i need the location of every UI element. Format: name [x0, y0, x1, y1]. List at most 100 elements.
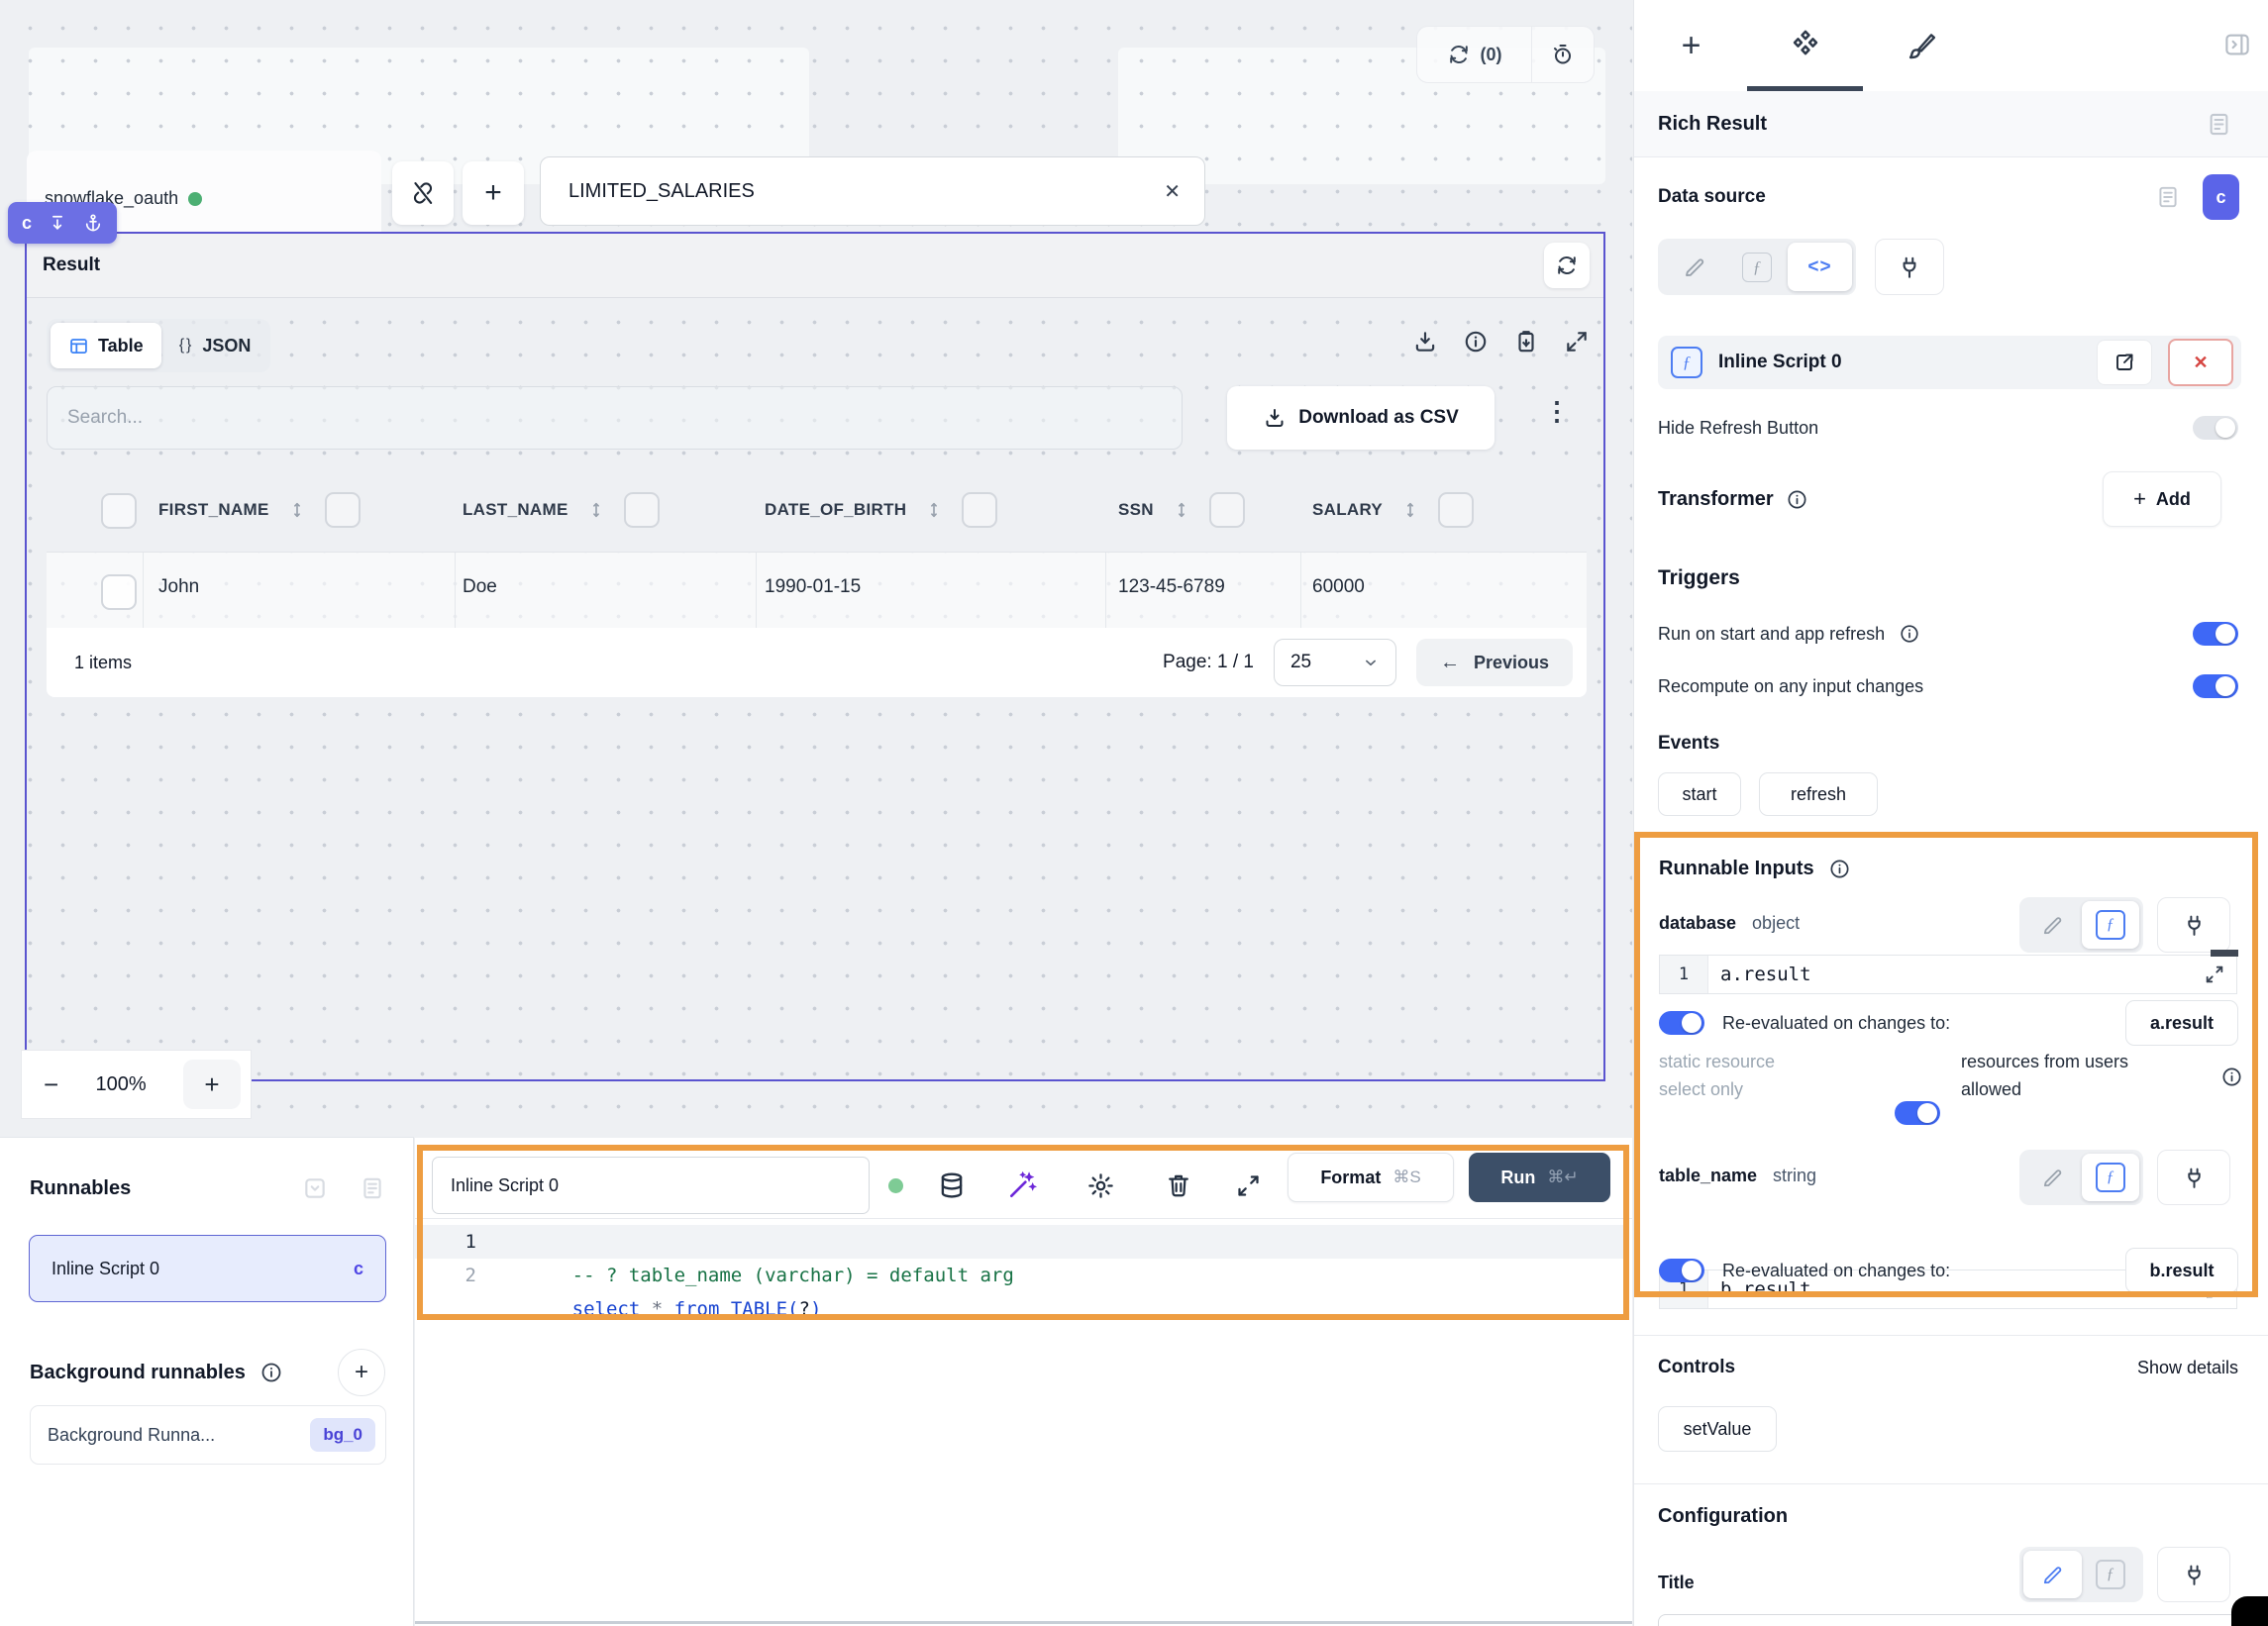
info-icon[interactable]: [1786, 488, 1808, 511]
static-mode-button[interactable]: [1662, 243, 1726, 291]
previous-page-button[interactable]: ← Previous: [1416, 639, 1573, 686]
run-button[interactable]: Run ⌘↵: [1469, 1153, 1610, 1202]
open-script-button[interactable]: [2097, 340, 2152, 385]
title-input-partial[interactable]: [1658, 1614, 2237, 1626]
background-runnable-item[interactable]: Background Runna... bg_0: [30, 1405, 386, 1465]
col-salary[interactable]: SALARY: [1312, 500, 1383, 520]
docs-icon[interactable]: [360, 1175, 385, 1201]
reeval-database-toggle[interactable]: [1659, 1011, 1704, 1035]
tab-styling[interactable]: [1863, 0, 1978, 91]
format-button[interactable]: Format ⌘S: [1288, 1153, 1454, 1202]
sort-icon[interactable]: [1400, 499, 1420, 521]
download-icon[interactable]: [1412, 329, 1438, 355]
col-filter-checkbox[interactable]: [624, 492, 660, 528]
expand-editor-icon[interactable]: [1235, 1172, 1262, 1199]
function-mode-button[interactable]: ƒ: [1742, 253, 1772, 282]
collapse-panel-icon[interactable]: [302, 1175, 328, 1201]
info-icon[interactable]: [1828, 858, 1851, 880]
settings-gear-icon[interactable]: [1086, 1171, 1115, 1200]
table-menu-kebab[interactable]: ⋮: [1544, 396, 1570, 427]
run-on-start-toggle[interactable]: [2193, 622, 2238, 646]
add-component-button[interactable]: +: [463, 161, 524, 225]
zoom-out-button[interactable]: −: [44, 1069, 58, 1100]
runnable-item-inline-script-0[interactable]: Inline Script 0 c: [29, 1235, 386, 1302]
plug-connect-button[interactable]: [2157, 1547, 2230, 1602]
zoom-in-button[interactable]: +: [183, 1060, 241, 1109]
tab-insert[interactable]: +: [1634, 0, 1748, 91]
tab-json[interactable]: {} JSON: [163, 323, 267, 368]
info-icon[interactable]: [2220, 1066, 2243, 1088]
col-date-of-birth[interactable]: DATE_OF_BIRTH: [765, 500, 906, 520]
bound-component-badge[interactable]: c: [2203, 174, 2239, 220]
tab-table[interactable]: Table: [51, 323, 161, 368]
result-refresh-button[interactable]: [1544, 243, 1590, 288]
docs-icon[interactable]: [2155, 184, 2181, 210]
select-all-checkbox[interactable]: [101, 493, 137, 529]
col-filter-checkbox[interactable]: [325, 492, 361, 528]
reeval-target-chip[interactable]: b.result: [2125, 1248, 2238, 1293]
recompute-toggle[interactable]: [2193, 674, 2238, 698]
control-chip-setvalue[interactable]: setValue: [1658, 1406, 1777, 1452]
function-mode-button[interactable]: ƒ: [2082, 1551, 2140, 1598]
component-badge-toolbar[interactable]: c: [8, 202, 117, 244]
database-icon[interactable]: [937, 1170, 967, 1200]
reeval-target-chip[interactable]: a.result: [2125, 1000, 2238, 1046]
table-row[interactable]: John Doe 1990-01-15 123-45-6789 60000: [47, 553, 1587, 629]
tab-components[interactable]: [1748, 0, 1863, 91]
database-expression-editor[interactable]: 1 a.result: [1659, 955, 2237, 994]
selected-script-row[interactable]: ƒ Inline Script 0 ✕: [1658, 336, 2241, 389]
hide-refresh-toggle[interactable]: [2193, 416, 2238, 440]
info-icon[interactable]: [1899, 623, 1920, 645]
add-background-runnable-button[interactable]: +: [338, 1349, 385, 1396]
unlink-button[interactable]: [392, 161, 454, 225]
plug-connect-button[interactable]: [1875, 239, 1944, 295]
expand-expression-icon[interactable]: [2193, 956, 2236, 993]
editor-name-input[interactable]: Inline Script 0: [432, 1157, 870, 1214]
col-filter-checkbox[interactable]: [962, 492, 997, 528]
col-ssn[interactable]: SSN: [1118, 500, 1154, 520]
sort-icon[interactable]: [287, 499, 307, 521]
history-button[interactable]: [1532, 27, 1594, 82]
function-mode-button[interactable]: ƒ: [2082, 1154, 2140, 1201]
col-first-name[interactable]: FIRST_NAME: [158, 500, 269, 520]
editor-bottom-scrollbar[interactable]: [415, 1621, 1632, 1624]
plug-connect-button[interactable]: [2157, 1150, 2230, 1205]
event-chip-start[interactable]: start: [1658, 772, 1741, 816]
show-details-link[interactable]: Show details: [2137, 1358, 2238, 1378]
canvas[interactable]: (0) snowflake_oauth c: [0, 0, 1632, 1137]
expand-result-icon[interactable]: [1564, 329, 1590, 355]
code-line-2[interactable]: select * from TABLE(?): [504, 1259, 821, 1360]
result-search-field[interactable]: Search...: [47, 386, 1183, 450]
sort-icon[interactable]: [924, 499, 944, 521]
static-mode-button[interactable]: [2023, 1551, 2082, 1598]
sort-icon[interactable]: [586, 499, 606, 521]
mini-scrollbar[interactable]: [2211, 950, 2238, 957]
download-csv-button[interactable]: Download as CSV: [1227, 386, 1495, 450]
resources-from-users-toggle[interactable]: [1895, 1101, 1940, 1125]
row-checkbox[interactable]: [101, 574, 137, 610]
copy-result-icon[interactable]: [1513, 329, 1539, 355]
clear-input-icon[interactable]: ✕: [1164, 179, 1181, 204]
table-name-input-component[interactable]: LIMITED_SALARIES ✕: [540, 156, 1205, 226]
col-filter-checkbox[interactable]: [1209, 492, 1245, 528]
info-icon[interactable]: [259, 1361, 283, 1384]
add-transformer-button[interactable]: + Add: [2103, 471, 2221, 527]
remove-script-button[interactable]: ✕: [2168, 339, 2233, 386]
reeval-table-name-toggle[interactable]: [1659, 1259, 1704, 1282]
sort-icon[interactable]: [1172, 499, 1191, 521]
static-mode-button[interactable]: [2023, 1154, 2082, 1201]
plug-connect-button[interactable]: [2157, 897, 2230, 953]
rich-result-component[interactable]: Result Table {} JSON: [25, 232, 1605, 1081]
function-mode-button[interactable]: ƒ: [2082, 901, 2140, 949]
delete-script-icon[interactable]: [1165, 1171, 1192, 1199]
event-chip-refresh[interactable]: refresh: [1759, 772, 1878, 816]
code-mode-button[interactable]: <>: [1788, 243, 1852, 291]
refresh-count-button[interactable]: (0): [1417, 27, 1531, 82]
col-last-name[interactable]: LAST_NAME: [463, 500, 568, 520]
collapse-sidebar-icon[interactable]: [2222, 30, 2252, 59]
col-filter-checkbox[interactable]: [1438, 492, 1474, 528]
page-size-select[interactable]: 25: [1274, 639, 1396, 686]
static-mode-button[interactable]: [2023, 901, 2082, 949]
docs-icon[interactable]: [2206, 111, 2232, 138]
ai-wand-icon[interactable]: [1006, 1169, 1038, 1201]
